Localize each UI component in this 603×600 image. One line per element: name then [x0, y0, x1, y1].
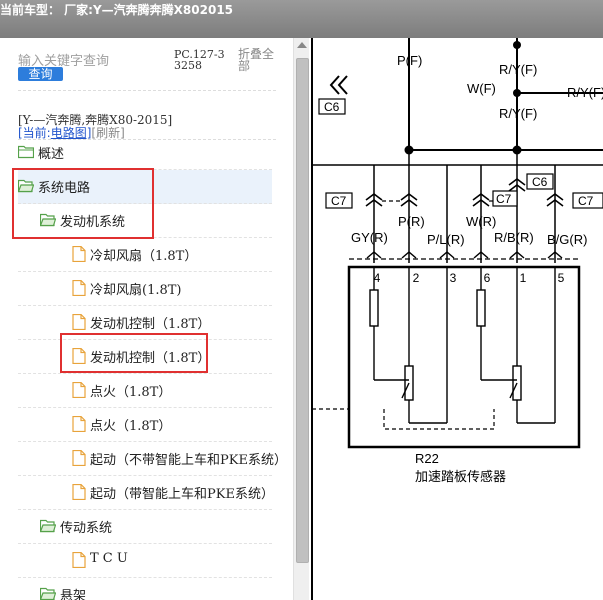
tree-node[interactable]: 起动（不带智能上车和PKE系统） — [18, 442, 287, 476]
diagram-pane: P(F) R/Y(F) W(F) R/Y(F) R/Y(F) C6 C7 C7 — [309, 38, 603, 600]
label-p-f: P(F) — [397, 53, 422, 68]
tree-node[interactable]: 冷却风扇（1.8T） — [18, 238, 272, 272]
label-ry-f-mid: R/Y(F) — [499, 106, 537, 121]
divider — [18, 90, 276, 91]
scrollbar[interactable] — [293, 38, 310, 600]
tree-node[interactable]: 概述 — [17, 136, 272, 170]
label-c6-mid: C6 — [532, 175, 548, 189]
title-bar: 当前车型： 厂家:Y—汽奔腾奔腾X802015 — [0, 0, 603, 38]
scroll-up-icon[interactable] — [297, 42, 307, 48]
tree-node[interactable]: T C U — [18, 544, 272, 578]
label-ry-f-right: R/Y(F) — [567, 85, 603, 100]
tree-node-label: 点火（1.8T） — [90, 419, 172, 434]
tree-node-label: 冷却风扇(1.8T) — [90, 283, 182, 298]
document-icon — [72, 245, 88, 263]
folder-open-icon — [39, 518, 57, 533]
document-icon — [72, 279, 88, 297]
current-model-title: 当前车型： 厂家:Y—汽奔腾奔腾X802015 — [0, 3, 234, 17]
pc-code: PC.127-33258 — [174, 48, 225, 72]
tree-node[interactable]: 点火（1.8T） — [18, 374, 272, 408]
tree-node[interactable]: 悬架 — [18, 578, 272, 600]
folder-icon — [17, 144, 35, 159]
component-id: R22 — [415, 451, 439, 466]
tree-node-label: 起动（带智能上车和PKE系统） — [90, 487, 274, 502]
tree-node[interactable]: 传动系统 — [18, 510, 272, 544]
tree-node[interactable]: 点火（1.8T） — [18, 408, 272, 442]
label-w-r: W(R) — [466, 214, 496, 229]
document-icon — [72, 415, 88, 433]
pin-1-label: 1 — [520, 271, 527, 285]
query-button[interactable]: 查询 — [18, 67, 63, 81]
collapse-all-button[interactable]: 折叠全部 — [238, 48, 278, 72]
circuit-diagram: P(F) R/Y(F) W(F) R/Y(F) R/Y(F) C6 C7 C7 — [309, 38, 603, 600]
tree-node-label: 发动机控制（1.8T） — [90, 317, 211, 332]
label-w-f: W(F) — [467, 81, 496, 96]
label-pl-r: P/L(R) — [427, 232, 465, 247]
label-rb-r: R/B(R) — [494, 230, 534, 245]
pin-6-label: 6 — [484, 271, 491, 285]
label-gy-r: GY(R) — [351, 230, 388, 245]
document-icon — [72, 449, 88, 467]
highlight-box-system-circuit — [12, 168, 154, 239]
tree-node[interactable]: 冷却风扇(1.8T) — [18, 272, 272, 306]
document-icon — [72, 551, 88, 569]
tree-node-label: 传动系统 — [60, 521, 113, 536]
tree-node-label: T C U — [90, 551, 128, 566]
label-ry-f-top: R/Y(F) — [499, 62, 537, 77]
tree-node-label: 点火（1.8T） — [90, 385, 172, 400]
document-icon — [72, 313, 88, 331]
navigation-pane: 查询 PC.127-33258 折叠全部 [Y-—汽奔腾,奔腾X80-2015]… — [0, 38, 293, 600]
pin-4-label: 4 — [374, 271, 381, 285]
label-c7-right: C7 — [578, 194, 594, 208]
tree-node[interactable]: 起动（带智能上车和PKE系统） — [18, 476, 274, 510]
pin-5-label: 5 — [558, 271, 565, 285]
tree-node-label: 冷却风扇（1.8T） — [90, 249, 198, 264]
scrollbar-thumb[interactable] — [296, 58, 309, 563]
pin-2-label: 2 — [413, 271, 420, 285]
label-c7-mid: C7 — [496, 192, 512, 206]
junction-top — [513, 41, 521, 49]
tree-node-label: 悬架 — [60, 589, 87, 600]
label-c7-left: C7 — [331, 194, 347, 208]
component-name: 加速踏板传感器 — [415, 469, 506, 485]
document-icon — [72, 381, 88, 399]
diagram-background — [309, 38, 603, 600]
tree-node-label: 概述 — [38, 147, 65, 162]
label-p-r: P(R) — [398, 214, 425, 229]
label-bg-r: B/G(R) — [547, 232, 587, 247]
pin-3-label: 3 — [450, 271, 457, 285]
document-icon — [72, 483, 88, 501]
label-c6-left: C6 — [324, 100, 340, 114]
folder-open-icon — [39, 586, 57, 600]
tree-node-label: 起动（不带智能上车和PKE系统） — [90, 453, 287, 468]
highlight-box-engine-control — [60, 333, 208, 373]
